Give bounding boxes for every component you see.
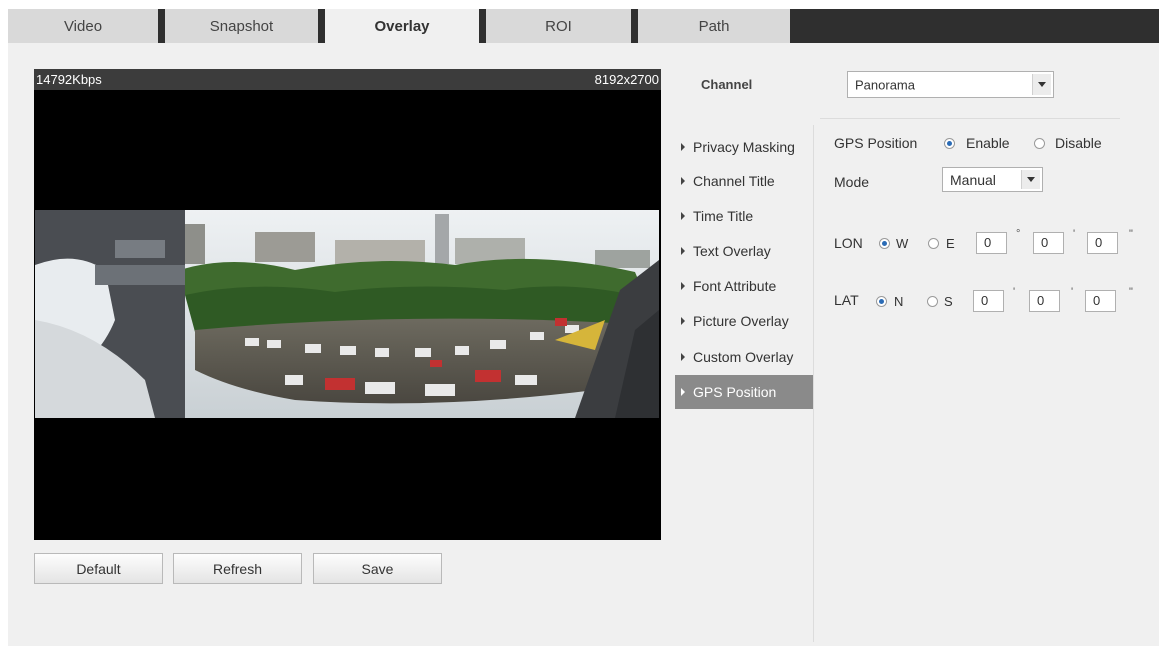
default-button[interactable]: Default <box>34 553 163 584</box>
degree-unit: ' <box>1013 286 1016 298</box>
menu-item-label: Text Overlay <box>693 243 771 259</box>
menu-item-label: Custom Overlay <box>693 349 794 365</box>
chevron-down-icon <box>1032 74 1051 95</box>
menu-item-custom-overlay[interactable]: Custom Overlay <box>675 340 813 374</box>
menu-item-label: GPS Position <box>693 384 777 400</box>
channel-label: Channel <box>701 77 753 92</box>
lat-north-radio[interactable] <box>876 296 887 307</box>
tab-video[interactable]: Video <box>8 9 158 43</box>
lon-west-radio[interactable] <box>879 238 890 249</box>
lat-second-input[interactable]: 0 <box>1085 290 1116 312</box>
gps-disable-radio[interactable] <box>1034 138 1045 149</box>
channel-select-value: Panorama <box>855 77 915 92</box>
caret-right-icon <box>681 177 685 185</box>
tab-overlay[interactable]: Overlay <box>325 9 479 43</box>
tab-separator <box>318 9 325 43</box>
channel-select[interactable]: Panorama <box>847 71 1054 98</box>
lon-second-input[interactable]: 0 <box>1087 232 1118 254</box>
mode-label: Mode <box>834 174 870 190</box>
menu-item-time-title[interactable]: Time Title <box>675 199 813 233</box>
mode-select-value: Manual <box>950 171 996 188</box>
lat-label: LAT <box>834 292 859 308</box>
minute-unit: ' <box>1071 286 1074 298</box>
tab-separator <box>158 9 165 43</box>
lat-south-label: S <box>944 294 953 309</box>
caret-right-icon <box>681 282 685 290</box>
video-info-bar: 14792Kbps 8192x2700 <box>34 69 661 90</box>
tab-roi[interactable]: ROI <box>486 9 631 43</box>
tab-snapshot[interactable]: Snapshot <box>165 9 318 43</box>
menu-item-label: Privacy Masking <box>693 139 795 155</box>
menu-item-privacy-masking[interactable]: Privacy Masking <box>675 130 813 164</box>
tab-bar: Video Snapshot Overlay ROI Path <box>8 9 1159 43</box>
gps-enable-radio[interactable] <box>944 138 955 149</box>
caret-right-icon <box>681 388 685 396</box>
caret-right-icon <box>681 353 685 361</box>
gps-enable-label: Enable <box>966 135 1010 151</box>
menu-item-label: Font Attribute <box>693 278 777 294</box>
refresh-button[interactable]: Refresh <box>173 553 302 584</box>
lat-minute-input[interactable]: 0 <box>1029 290 1060 312</box>
lon-east-label: E <box>946 236 955 251</box>
save-button[interactable]: Save <box>313 553 442 584</box>
caret-right-icon <box>681 247 685 255</box>
menu-item-label: Channel Title <box>693 173 775 189</box>
resolution-label: 8192x2700 <box>594 72 659 87</box>
tab-separator <box>479 9 486 43</box>
menu-divider <box>813 125 814 642</box>
menu-item-text-overlay[interactable]: Text Overlay <box>675 234 813 268</box>
tab-path[interactable]: Path <box>638 9 790 43</box>
lon-label: LON <box>834 235 863 251</box>
second-unit: " <box>1129 286 1133 298</box>
lat-north-label: N <box>894 294 904 309</box>
lon-degree-input[interactable]: 0 <box>976 232 1007 254</box>
caret-right-icon <box>681 143 685 151</box>
menu-item-label: Picture Overlay <box>693 313 789 329</box>
menu-item-picture-overlay[interactable]: Picture Overlay <box>675 304 813 338</box>
panorama-image <box>35 210 659 418</box>
gps-disable-label: Disable <box>1055 135 1102 151</box>
gps-position-label: GPS Position <box>834 135 918 151</box>
lon-west-label: W <box>896 236 909 251</box>
chevron-down-icon <box>1021 170 1040 189</box>
second-unit: " <box>1129 228 1133 240</box>
degree-unit: ° <box>1016 228 1021 240</box>
divider <box>820 118 1120 119</box>
menu-item-gps-position[interactable]: GPS Position <box>675 375 813 409</box>
mode-select[interactable]: Manual <box>942 167 1043 192</box>
bitrate-label: 14792Kbps <box>36 72 102 87</box>
lat-degree-input[interactable]: 0 <box>973 290 1004 312</box>
lon-east-radio[interactable] <box>928 238 939 249</box>
lat-south-radio[interactable] <box>927 296 938 307</box>
lon-minute-input[interactable]: 0 <box>1033 232 1064 254</box>
menu-item-label: Time Title <box>693 208 754 224</box>
menu-item-font-attribute[interactable]: Font Attribute <box>675 269 813 303</box>
menu-item-channel-title[interactable]: Channel Title <box>675 164 813 198</box>
minute-unit: ' <box>1073 228 1076 240</box>
caret-right-icon <box>681 317 685 325</box>
caret-right-icon <box>681 212 685 220</box>
tab-separator <box>631 9 638 43</box>
video-preview[interactable]: 14792Kbps 8192x2700 <box>34 69 661 540</box>
